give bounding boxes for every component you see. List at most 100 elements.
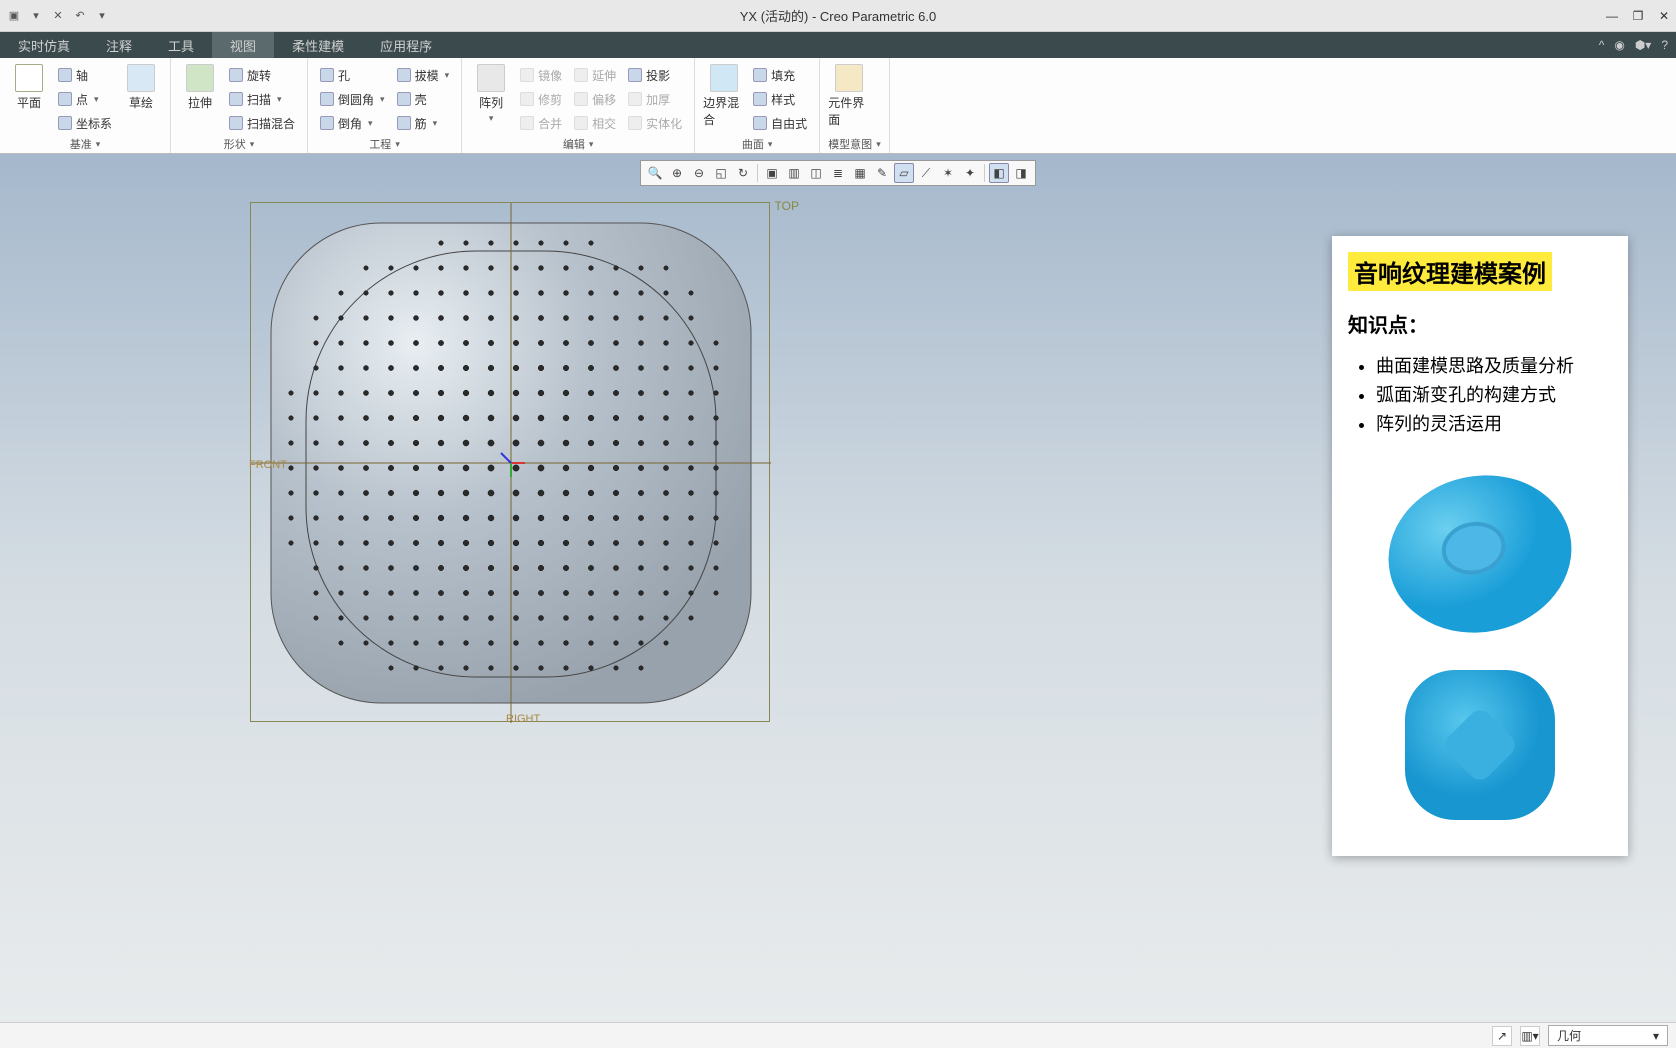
- status-spin-icon[interactable]: ↗: [1492, 1026, 1512, 1046]
- model-bounding-box: TOP FRONT RIGHT: [250, 202, 770, 722]
- qat-close-icon[interactable]: ✕: [50, 8, 66, 24]
- group-intent-label[interactable]: 模型意图: [828, 135, 881, 153]
- component-interface-button[interactable]: 元件界面: [828, 62, 870, 128]
- ribbon-group-edit: 阵列 ▾ 镜像 修剪 合并 延伸 偏移 相交 投影 加厚 实体化 编辑: [462, 58, 695, 153]
- group-engineering-label[interactable]: 工程: [316, 135, 453, 153]
- model-render[interactable]: [251, 203, 771, 723]
- extrude-icon: [186, 64, 214, 92]
- mirror-icon: [520, 68, 534, 82]
- freestyle-button[interactable]: 自由式: [749, 112, 811, 134]
- window-title: YX (活动的) - Creo Parametric 6.0: [740, 6, 937, 25]
- revolve-button[interactable]: 旋转: [225, 64, 299, 86]
- view-mgr-icon[interactable]: ◫: [806, 163, 826, 183]
- fill-icon: [753, 68, 767, 82]
- info-overlay-panel: 音响纹理建模案例 知识点： 曲面建模思路及质量分析 弧面渐变孔的构建方式 阵列的…: [1332, 236, 1628, 856]
- overlay-title: 音响纹理建模案例: [1348, 252, 1552, 291]
- group-shape-label[interactable]: 形状: [179, 135, 299, 153]
- ribbon-tabs: 实时仿真 注释 工具 视图 柔性建模 应用程序 ^ ◉ ⬢▾ ?: [0, 32, 1676, 58]
- chamfer-icon: [320, 116, 334, 130]
- qat-undo-icon[interactable]: ↶: [72, 8, 88, 24]
- zoom-out-icon[interactable]: ⊖: [689, 163, 709, 183]
- zoom-sel-icon[interactable]: ◱: [711, 163, 731, 183]
- view-toolbar: 🔍 ⊕ ⊖ ◱ ↻ ▣ ▥ ◫ ≣ ▦ ✎ ▱ ⟋ ✶ ✦ ◧ ◨: [640, 160, 1036, 186]
- draft-icon: [397, 68, 411, 82]
- axis-button[interactable]: 轴: [54, 64, 116, 86]
- fill-button[interactable]: 填充: [749, 64, 811, 86]
- help-icon[interactable]: ?: [1661, 38, 1668, 52]
- datum-csys-toggle-icon[interactable]: ✦: [960, 163, 980, 183]
- collapse-ribbon-icon[interactable]: ^: [1599, 38, 1605, 52]
- sketch-button[interactable]: 草绘: [120, 62, 162, 111]
- csys-button[interactable]: 坐标系: [54, 112, 116, 134]
- style-icon: [753, 92, 767, 106]
- minimize-button[interactable]: —: [1604, 8, 1620, 24]
- layers-icon[interactable]: ≣: [828, 163, 848, 183]
- graphics-viewport[interactable]: 🔍 ⊕ ⊖ ◱ ↻ ▣ ▥ ◫ ≣ ▦ ✎ ▱ ⟋ ✶ ✦ ◧ ◨ TOP FR…: [0, 154, 1676, 1022]
- zoom-in-icon[interactable]: ⊕: [667, 163, 687, 183]
- round-button[interactable]: 倒圆角: [316, 88, 389, 110]
- boundary-blend-icon: [710, 64, 738, 92]
- swept-blend-button[interactable]: 扫描混合: [225, 112, 299, 134]
- point-button[interactable]: 点: [54, 88, 116, 110]
- tab-view[interactable]: 视图: [212, 32, 274, 58]
- separator: [757, 164, 758, 182]
- selection-filter-dropdown[interactable]: 几何 ▾: [1548, 1025, 1668, 1046]
- tab-flex-modeling[interactable]: 柔性建模: [274, 32, 362, 58]
- status-display-icon[interactable]: ▥▾: [1520, 1026, 1540, 1046]
- rib-button[interactable]: 筋: [393, 112, 454, 134]
- freestyle-icon: [753, 116, 767, 130]
- rib-icon: [397, 116, 411, 130]
- mirror-button: 镜像: [516, 64, 566, 86]
- status-bar: ↗ ▥▾ 几何 ▾: [0, 1022, 1676, 1048]
- ribbon-right-icons: ^ ◉ ⬢▾ ?: [1599, 32, 1668, 58]
- extrude-button[interactable]: 拉伸: [179, 62, 221, 111]
- merge-button: 合并: [516, 112, 566, 134]
- plane-button[interactable]: 平面: [8, 62, 50, 111]
- datum-axis-toggle-icon[interactable]: ⟋: [916, 163, 936, 183]
- point-icon: [58, 92, 72, 106]
- spin-icon[interactable]: ↻: [733, 163, 753, 183]
- datum-point-toggle-icon[interactable]: ✶: [938, 163, 958, 183]
- style-button[interactable]: 样式: [749, 88, 811, 110]
- solidify-icon: [628, 116, 642, 130]
- shell-button[interactable]: 壳: [393, 88, 454, 110]
- qat-save-icon[interactable]: ▣: [6, 8, 22, 24]
- group-datum-label[interactable]: 基准: [8, 135, 162, 153]
- sketch-label: 草绘: [129, 94, 153, 111]
- perspective-icon[interactable]: ◨: [1011, 163, 1031, 183]
- annot-toggle-icon[interactable]: ✎: [872, 163, 892, 183]
- tab-annotate[interactable]: 注释: [88, 32, 150, 58]
- hole-button[interactable]: 孔: [316, 64, 389, 86]
- plane-label: 平面: [17, 94, 41, 111]
- named-views-icon[interactable]: ▥: [784, 163, 804, 183]
- tab-simulation[interactable]: 实时仿真: [0, 32, 88, 58]
- pattern-button[interactable]: 阵列 ▾: [470, 62, 512, 124]
- tab-tools[interactable]: 工具: [150, 32, 212, 58]
- group-edit-label[interactable]: 编辑: [470, 135, 686, 153]
- round-icon: [320, 92, 334, 106]
- qat-new-icon[interactable]: ▾: [28, 8, 44, 24]
- repaint-icon[interactable]: ▣: [762, 163, 782, 183]
- group-surface-label[interactable]: 曲面: [703, 135, 811, 153]
- display-style-icon[interactable]: ◧: [989, 163, 1009, 183]
- boundary-blend-button[interactable]: 边界混合: [703, 62, 745, 128]
- sweep-button[interactable]: 扫描: [225, 88, 299, 110]
- sel-filter-icon[interactable]: ▦: [850, 163, 870, 183]
- draft-button[interactable]: 拔模: [393, 64, 454, 86]
- maximize-button[interactable]: ❐: [1630, 8, 1646, 24]
- datum-plane-toggle-icon[interactable]: ▱: [894, 163, 914, 183]
- trim-icon: [520, 92, 534, 106]
- ribbon-group-datum: 平面 轴 点 坐标系 草绘 基准: [0, 58, 171, 153]
- project-button[interactable]: 投影: [624, 64, 686, 86]
- qat-more-icon[interactable]: ▾: [94, 8, 110, 24]
- close-button[interactable]: ✕: [1656, 8, 1672, 24]
- trim-button: 修剪: [516, 88, 566, 110]
- ribbon-group-engineering: 孔 倒圆角 倒角 拔模 壳 筋 工程: [308, 58, 462, 153]
- chamfer-button[interactable]: 倒角: [316, 112, 389, 134]
- user-icon[interactable]: ◉: [1614, 38, 1624, 52]
- pattern-icon: [477, 64, 505, 92]
- extend-button: 延伸: [570, 64, 620, 86]
- tab-applications[interactable]: 应用程序: [362, 32, 450, 58]
- settings-icon[interactable]: ⬢▾: [1635, 38, 1652, 52]
- refit-icon[interactable]: 🔍: [645, 163, 665, 183]
